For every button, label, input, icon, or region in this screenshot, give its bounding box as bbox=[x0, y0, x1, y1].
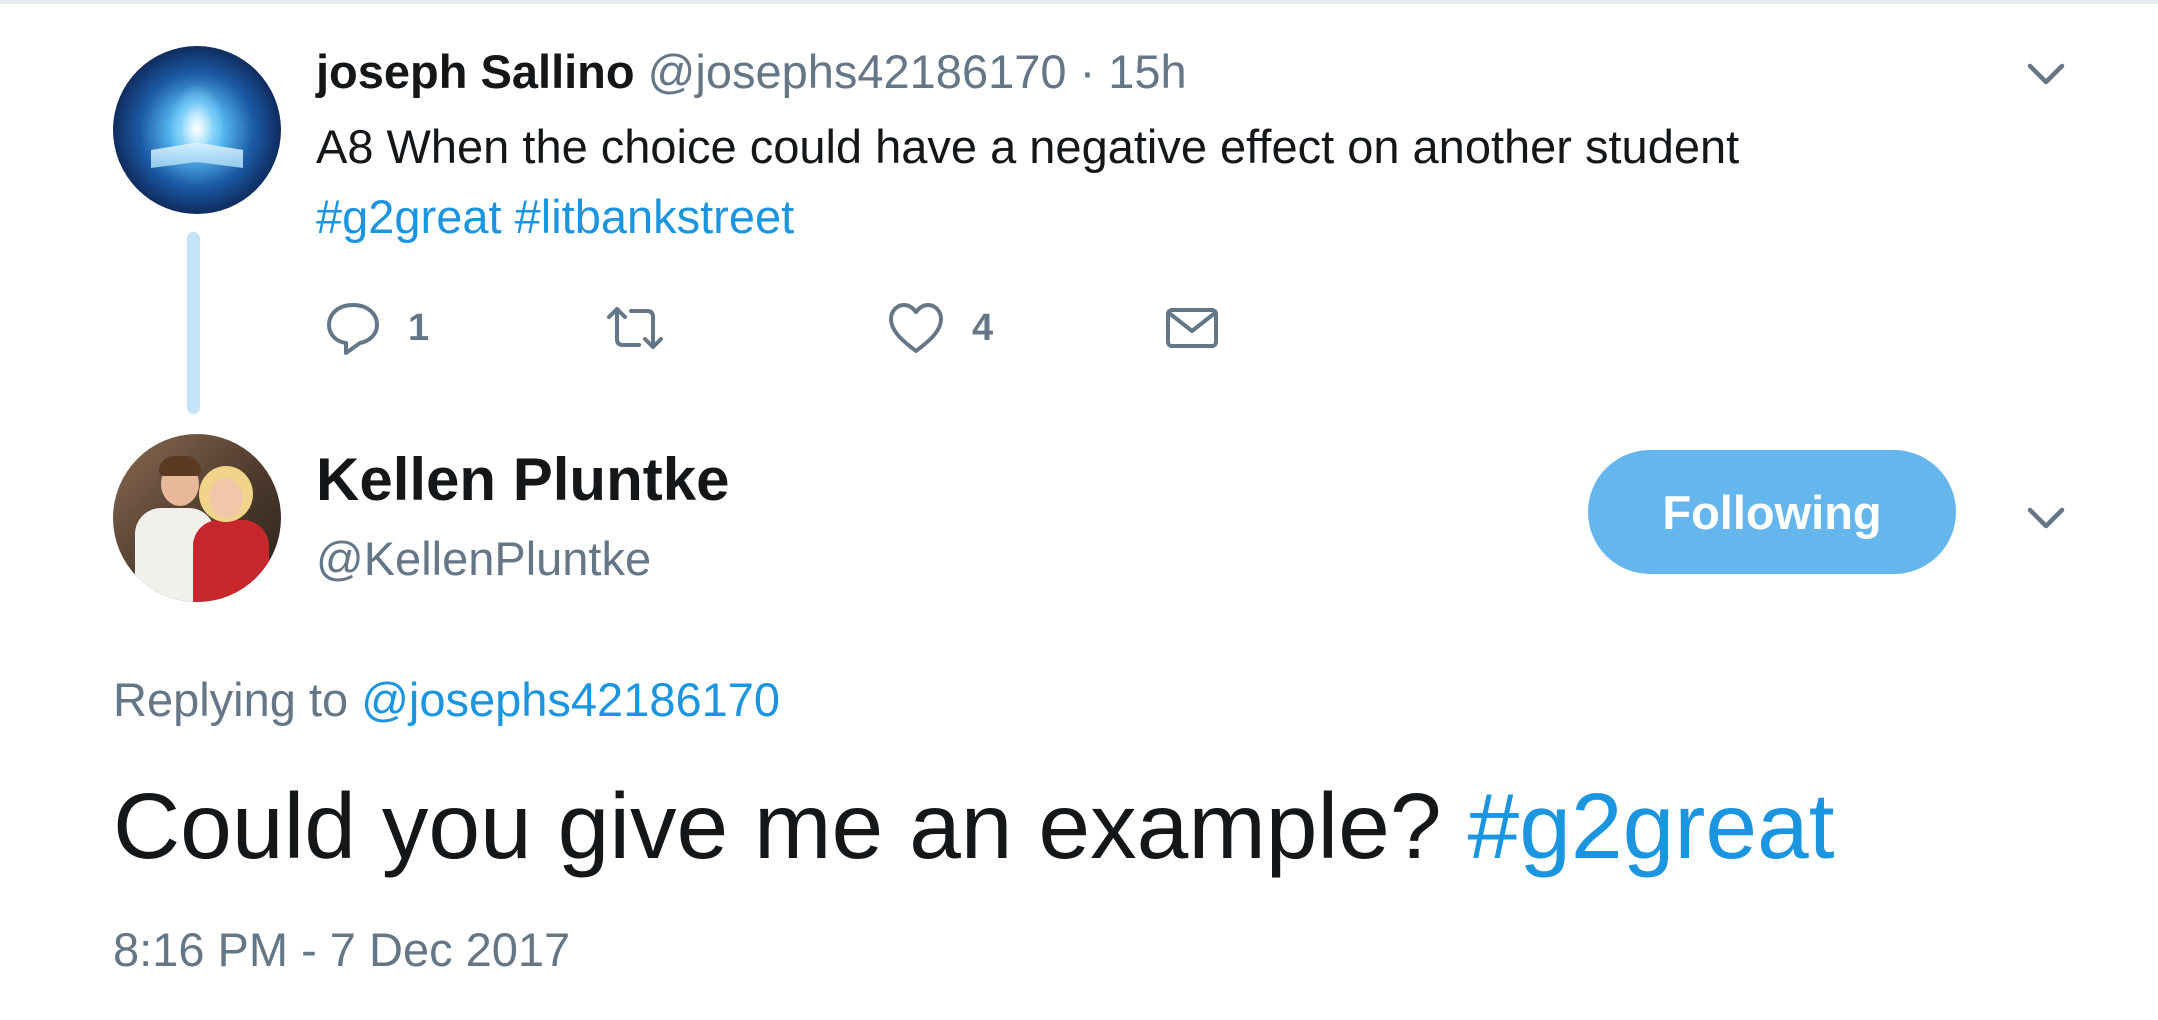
direct-message-action[interactable] bbox=[1163, 298, 1221, 358]
parent-tweet-text: A8 When the choice could have a negative… bbox=[316, 120, 1740, 173]
hashtag-link[interactable]: #g2great bbox=[316, 190, 502, 243]
avatar-person-head bbox=[209, 478, 243, 518]
avatar-book-shape bbox=[151, 142, 243, 168]
following-button[interactable]: Following bbox=[1588, 450, 1956, 574]
tweet-timestamp[interactable]: 8:16 PM - 7 Dec 2017 bbox=[113, 918, 570, 982]
avatar-joseph[interactable] bbox=[113, 46, 281, 214]
envelope-icon bbox=[1166, 308, 1218, 348]
hashtag-link[interactable]: #litbankstreet bbox=[515, 190, 795, 243]
retweet-action[interactable] bbox=[603, 298, 693, 358]
avatar-person-body bbox=[193, 520, 269, 602]
parent-tweet-header: joseph Sallino @josephs42186170 · 15h bbox=[316, 40, 1187, 104]
parent-time-ago[interactable]: 15h bbox=[1108, 45, 1186, 98]
like-count: 4 bbox=[972, 306, 994, 349]
thread-line bbox=[187, 232, 200, 414]
replying-to: Replying to @josephs42186170 bbox=[113, 668, 780, 732]
replying-prefix: Replying to bbox=[113, 673, 349, 726]
parent-author-name[interactable]: joseph Sallino bbox=[316, 45, 635, 98]
reply-action[interactable]: 1 bbox=[324, 298, 429, 358]
chevron-down-icon[interactable] bbox=[2022, 50, 2070, 98]
top-divider bbox=[0, 0, 2158, 4]
hashtag-link[interactable]: #g2great bbox=[1467, 774, 1834, 878]
heart-icon bbox=[889, 303, 943, 353]
reply-count: 1 bbox=[408, 306, 430, 349]
parent-author-handle[interactable]: @josephs42186170 bbox=[648, 45, 1067, 98]
avatar-kellen[interactable] bbox=[113, 434, 281, 602]
reply-icon bbox=[327, 303, 379, 355]
replying-handle-link[interactable]: @josephs42186170 bbox=[361, 673, 780, 726]
author-name[interactable]: Kellen Pluntke bbox=[316, 440, 729, 520]
like-action[interactable]: 4 bbox=[886, 298, 993, 358]
header-separator: · bbox=[1079, 45, 1096, 98]
tweet-text: Could you give me an example? #g2great bbox=[113, 766, 1835, 886]
retweet-icon bbox=[607, 307, 663, 349]
tweet-body: Could you give me an example? bbox=[113, 774, 1442, 878]
chevron-down-icon[interactable] bbox=[2022, 494, 2070, 542]
avatar-glow bbox=[171, 86, 223, 146]
avatar-person-hair bbox=[159, 456, 201, 476]
author-handle[interactable]: @KellenPluntke bbox=[316, 527, 651, 591]
parent-tweet-hashtags: #g2great #litbankstreet bbox=[316, 182, 794, 252]
